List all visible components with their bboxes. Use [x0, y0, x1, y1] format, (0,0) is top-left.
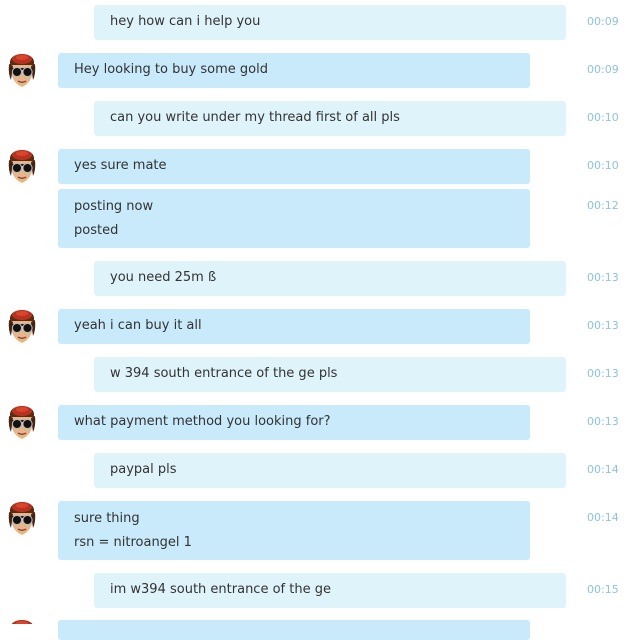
avatar-icon[interactable] [5, 404, 39, 442]
outgoing-message: w 394 south entrance of the ge pls [94, 357, 566, 392]
outgoing-message: hey how can i help you [94, 5, 566, 40]
incoming-message: posting now posted [58, 189, 530, 248]
outgoing-message: paypal pls [94, 453, 566, 488]
message-text: what payment method you looking for? [74, 414, 331, 429]
message-timestamp: 00:13 [587, 319, 619, 332]
message-text: yes sure mate [74, 158, 167, 173]
message-text: you need 25m ß [110, 270, 217, 285]
message-timestamp: 00:09 [587, 15, 619, 28]
incoming-message: sure thing rsn = nitroangel 1 [58, 501, 530, 560]
message-text: paypal pls [110, 462, 177, 477]
avatar-icon[interactable] [5, 618, 39, 624]
message-text: hey how can i help you [110, 14, 261, 29]
incoming-message: yeah i can buy it all [58, 309, 530, 344]
message-text: w 394 south entrance of the ge pls [110, 366, 338, 381]
message-timestamp: 00:13 [587, 415, 619, 428]
avatar-icon[interactable] [5, 308, 39, 346]
avatar-icon[interactable] [5, 148, 39, 186]
avatar-icon[interactable] [5, 52, 39, 90]
message-text: yeah i can buy it all [74, 318, 202, 333]
message-timestamp: 00:15 [587, 583, 619, 596]
message-text: rsn = nitroangel 1 [74, 535, 192, 550]
message-timestamp: 00:10 [587, 159, 619, 172]
outgoing-message: im w394 south entrance of the ge [94, 573, 566, 608]
avatar-icon[interactable] [5, 500, 39, 538]
message-text: Hey looking to buy some gold [74, 62, 268, 77]
message-timestamp: 00:13 [587, 367, 619, 380]
incoming-message [58, 620, 530, 640]
message-text: posting now [74, 199, 154, 214]
message-text: sure thing [74, 511, 140, 526]
message-timestamp: 00:10 [587, 111, 619, 124]
message-timestamp: 00:13 [587, 271, 619, 284]
message-timestamp: 00:14 [587, 511, 619, 524]
message-timestamp: 00:09 [587, 63, 619, 76]
message-timestamp: 00:12 [587, 199, 619, 212]
incoming-message: Hey looking to buy some gold [58, 53, 530, 88]
outgoing-message: can you write under my thread first of a… [94, 101, 566, 136]
incoming-message: yes sure mate [58, 149, 530, 184]
incoming-message: what payment method you looking for? [58, 405, 530, 440]
message-text: can you write under my thread first of a… [110, 110, 400, 125]
message-text: posted [74, 223, 119, 238]
message-timestamp: 00:14 [587, 463, 619, 476]
message-text: im w394 south entrance of the ge [110, 582, 331, 597]
outgoing-message: you need 25m ß [94, 261, 566, 296]
